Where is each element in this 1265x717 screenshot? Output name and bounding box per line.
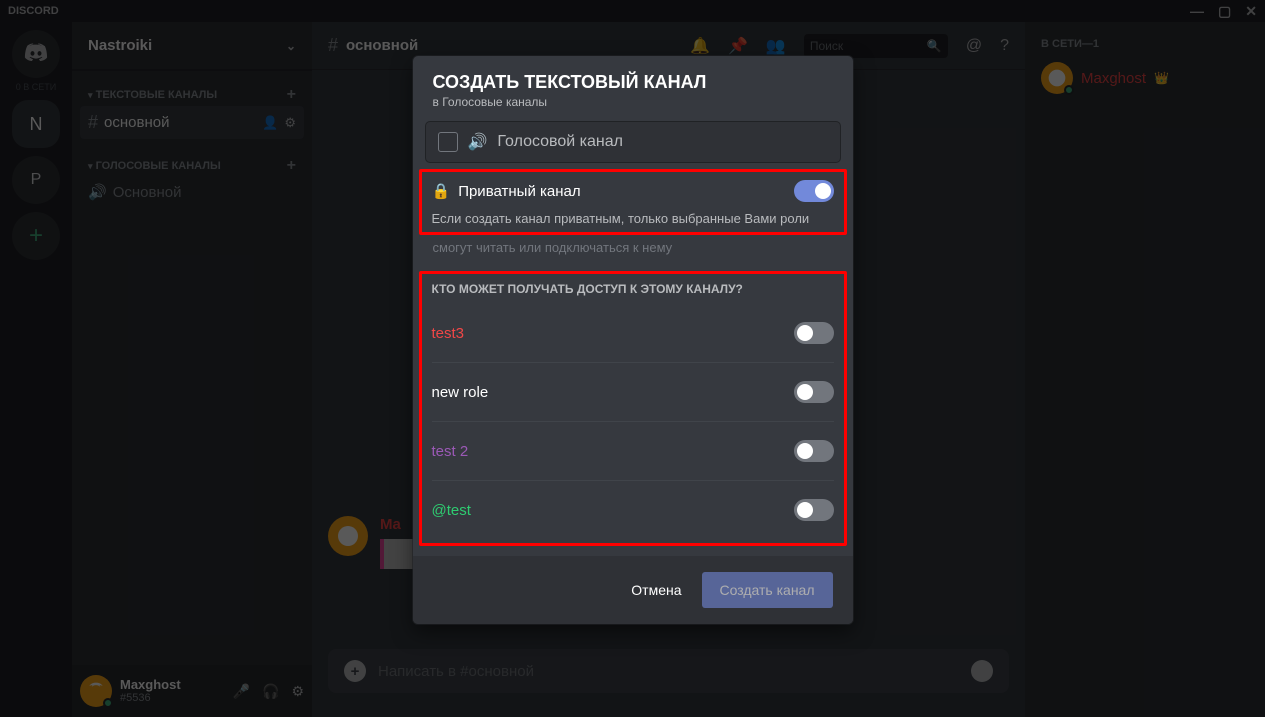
role-name: new role bbox=[432, 384, 489, 401]
role-row: test3 bbox=[432, 304, 834, 363]
access-title: КТО МОЖЕТ ПОЛУЧАТЬ ДОСТУП К ЭТОМУ КАНАЛУ… bbox=[432, 282, 834, 296]
role-toggle[interactable] bbox=[794, 440, 834, 462]
private-label: Приватный канал bbox=[458, 183, 580, 200]
voice-channel-label: Голосовой канал bbox=[497, 133, 623, 151]
cancel-button[interactable]: Отмена bbox=[631, 582, 681, 598]
role-row: @test bbox=[432, 481, 834, 539]
channel-type-voice[interactable]: 🔊 Голосовой канал bbox=[425, 121, 841, 163]
role-toggle[interactable] bbox=[794, 322, 834, 344]
highlight-roles: КТО МОЖЕТ ПОЛУЧАТЬ ДОСТУП К ЭТОМУ КАНАЛУ… bbox=[419, 271, 847, 546]
modal-subtitle: в Голосовые каналы bbox=[433, 95, 833, 109]
highlight-private: 🔒 Приватный канал Если создать канал при… bbox=[419, 169, 847, 235]
private-desc-1: Если создать канал приватным, только выб… bbox=[432, 210, 834, 228]
create-channel-modal: Создать текстовый канал в Голосовые кана… bbox=[413, 56, 853, 624]
private-desc-2: смогут читать или подключаться к нему bbox=[413, 237, 853, 269]
speaker-icon: 🔊 bbox=[468, 132, 488, 152]
role-row: new role bbox=[432, 363, 834, 422]
role-toggle[interactable] bbox=[794, 381, 834, 403]
private-toggle[interactable] bbox=[794, 180, 834, 202]
lock-icon: 🔒 bbox=[432, 182, 451, 200]
role-row: test 2 bbox=[432, 422, 834, 481]
role-name: test 2 bbox=[432, 443, 469, 460]
role-toggle[interactable] bbox=[794, 499, 834, 521]
checkbox[interactable] bbox=[438, 132, 458, 152]
create-button[interactable]: Создать канал bbox=[702, 572, 833, 608]
role-name: test3 bbox=[432, 325, 465, 342]
role-name: @test bbox=[432, 502, 471, 519]
modal-title: Создать текстовый канал bbox=[433, 72, 833, 93]
